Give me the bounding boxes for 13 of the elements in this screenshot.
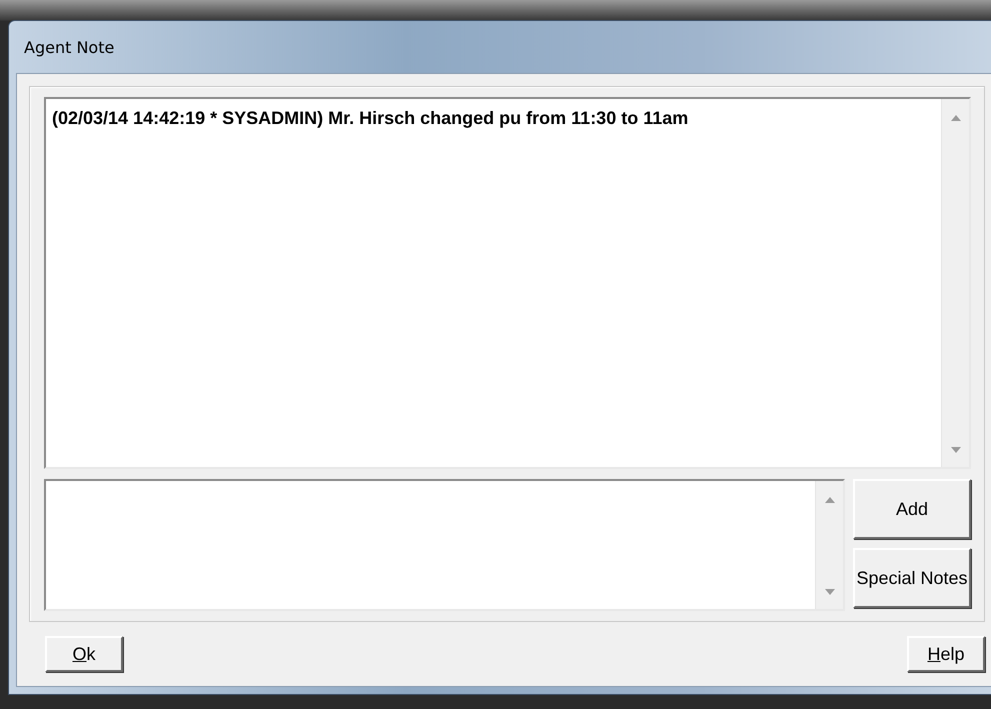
scroll-up-icon[interactable]: [824, 497, 834, 503]
add-button[interactable]: Add: [853, 479, 971, 539]
scroll-down-icon[interactable]: [824, 589, 834, 595]
scroll-up-icon[interactable]: [950, 115, 960, 121]
note-input-field[interactable]: [44, 479, 845, 611]
scrollbar[interactable]: [815, 481, 843, 609]
special-notes-button[interactable]: Special Notes: [853, 548, 971, 608]
window-title: Agent Note: [24, 38, 114, 56]
scrollbar[interactable]: [941, 99, 969, 467]
ok-button[interactable]: Ok: [45, 636, 123, 672]
log-entry: (02/03/14 14:42:19 * SYSADMIN) Mr. Hirsch changed pu from 11:30 to 11am: [51, 107, 690, 130]
scroll-down-icon[interactable]: [950, 447, 960, 453]
help-button[interactable]: Help: [907, 636, 985, 672]
